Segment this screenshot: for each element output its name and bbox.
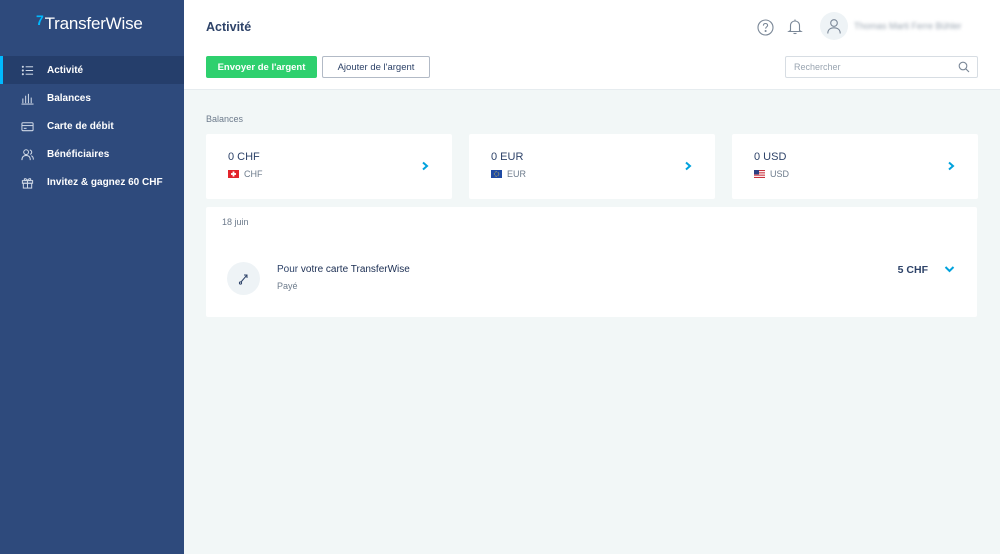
chevron-right-icon <box>685 161 692 171</box>
balance-currency: USD <box>754 169 789 179</box>
transaction-title: Pour votre carte TransferWise <box>277 264 410 275</box>
chevron-down-icon[interactable] <box>944 264 955 274</box>
balance-currency: CHF <box>228 169 263 179</box>
sidebar-item-balances[interactable]: Balances <box>0 84 184 112</box>
user-name[interactable]: Thomas Marti Ferre Bühler <box>854 21 962 31</box>
sidebar-item-label: Activité <box>47 64 84 76</box>
swiss-flag-icon <box>228 170 239 178</box>
sidebar-item-label: Invitez & gagnez 60 CHF <box>47 176 163 188</box>
gift-icon <box>20 175 34 189</box>
sidebar-nav: Activité Balances Carte de débit Bénéfic… <box>0 56 184 196</box>
bell-icon[interactable] <box>787 18 803 35</box>
activity-list: 18 juin Pour votre carte TransferWise Pa… <box>206 207 977 317</box>
balance-amount: 0 CHF <box>228 151 260 163</box>
outgoing-payment-icon <box>227 262 260 295</box>
search-box <box>785 56 978 78</box>
logo[interactable]: 7 TransferWise <box>36 12 143 34</box>
search-icon[interactable] <box>958 61 970 73</box>
activity-date: 18 juin <box>222 217 249 227</box>
us-flag-icon <box>754 170 765 178</box>
help-icon[interactable] <box>757 19 774 36</box>
balance-card-usd[interactable]: 0 USD USD <box>732 134 978 199</box>
sidebar-item-label: Bénéficiaires <box>47 148 110 160</box>
sidebar-item-label: Carte de débit <box>47 120 114 132</box>
balance-card-eur[interactable]: 0 EUR EUR <box>469 134 715 199</box>
balances-section-label: Balances <box>206 114 244 124</box>
list-icon <box>20 63 34 77</box>
send-money-button[interactable]: Envoyer de l'argent <box>206 56 317 78</box>
search-input[interactable] <box>794 57 954 77</box>
transaction-recipient: votre carte TransferWise <box>300 264 410 275</box>
balance-card-chf[interactable]: 0 CHF CHF <box>206 134 452 199</box>
sidebar-item-label: Balances <box>47 92 91 104</box>
currency-code: USD <box>770 169 790 179</box>
sidebar-item-beneficiaires[interactable]: Bénéficiaires <box>0 140 184 168</box>
logo-text: TransferWise <box>44 14 143 33</box>
chevron-right-icon <box>948 161 955 171</box>
chevron-right-icon <box>422 161 429 171</box>
currency-code: EUR <box>507 169 527 179</box>
add-money-button[interactable]: Ajouter de l'argent <box>322 56 430 78</box>
people-icon <box>20 147 34 161</box>
avatar[interactable] <box>820 12 848 40</box>
sidebar-item-carte-de-debit[interactable]: Carte de débit <box>0 112 184 140</box>
card-icon <box>20 119 34 133</box>
balance-amount: 0 EUR <box>491 151 524 163</box>
balance-currency: EUR <box>491 169 526 179</box>
transaction-title-prefix: Pour <box>277 264 301 275</box>
balance-amount: 0 USD <box>754 151 787 163</box>
transaction-status: Payé <box>277 281 298 291</box>
sidebar: 7 TransferWise Activité Balances Carte d… <box>0 0 184 554</box>
bars-icon <box>20 91 34 105</box>
sidebar-item-activite[interactable]: Activité <box>0 56 184 84</box>
user-icon <box>827 19 841 34</box>
transaction-amount: 5 CHF <box>897 264 928 276</box>
eu-flag-icon <box>491 170 502 178</box>
header: Activité Thomas Marti Ferre Bühler Envoy… <box>184 0 1000 90</box>
sidebar-item-invitez[interactable]: Invitez & gagnez 60 CHF <box>0 168 184 196</box>
currency-code: CHF <box>244 169 263 179</box>
logo-mark-icon: 7 <box>36 12 44 28</box>
page-title: Activité <box>206 20 252 34</box>
